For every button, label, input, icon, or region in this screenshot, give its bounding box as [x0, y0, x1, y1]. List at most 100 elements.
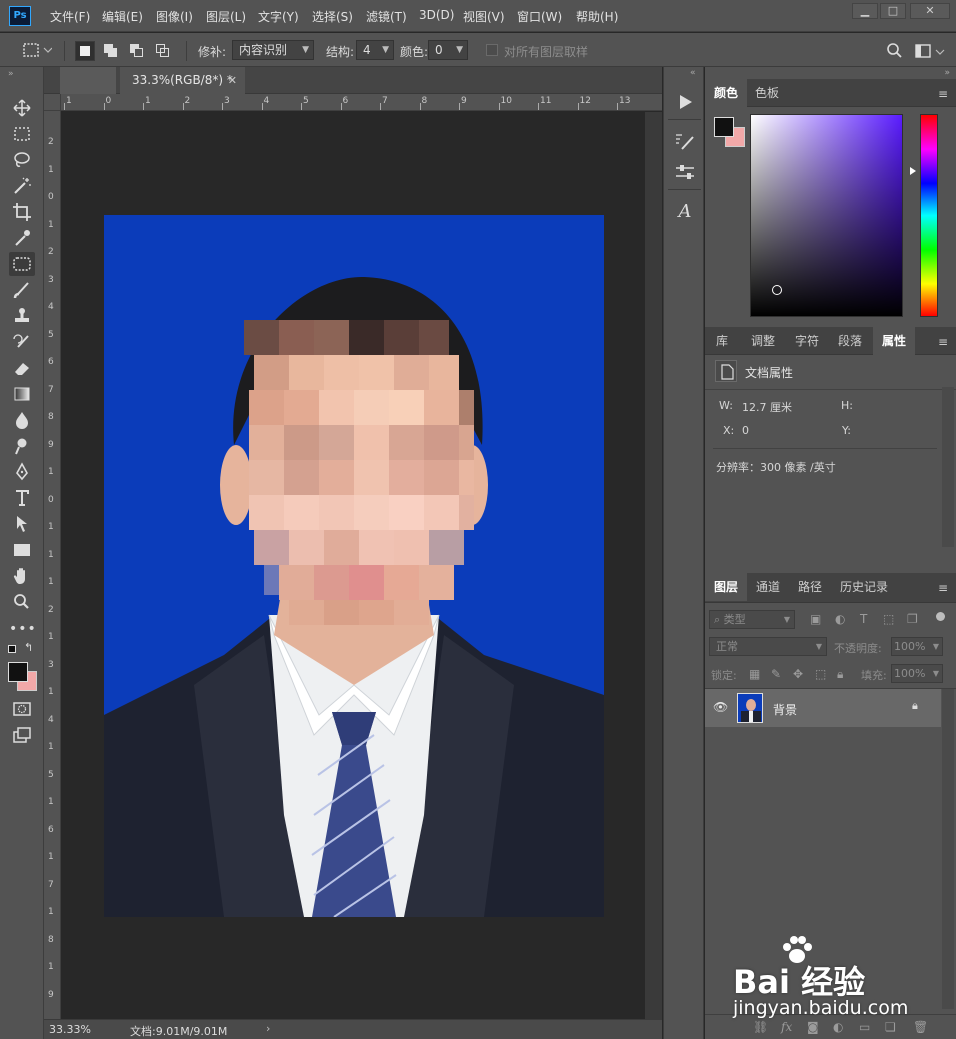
menu-type[interactable]: 文字(Y): [258, 8, 299, 25]
eyedropper-tool[interactable]: [9, 226, 35, 250]
chevron-right-icon[interactable]: ›: [266, 1022, 270, 1035]
tab-layers[interactable]: 图层: [705, 573, 747, 601]
width-value[interactable]: 12.7 厘米: [742, 399, 792, 415]
sample-all-layers-checkbox[interactable]: [486, 44, 498, 56]
properties-scrollbar[interactable]: [942, 387, 954, 547]
menu-edit[interactable]: 编辑(E): [102, 8, 143, 25]
brush-settings-button[interactable]: [672, 129, 698, 155]
patch-mode-select[interactable]: 内容识别 ▼: [232, 40, 314, 60]
expand-icon[interactable]: »: [944, 68, 950, 78]
foreground-color-swatch[interactable]: [8, 662, 28, 682]
clone-stamp-tool[interactable]: [9, 304, 35, 328]
lock-position-icon[interactable]: ✥: [793, 667, 803, 681]
move-tool[interactable]: [9, 96, 35, 120]
search-button[interactable]: [884, 41, 904, 61]
color-select[interactable]: 0 ▼: [428, 40, 468, 60]
rectangle-tool[interactable]: [9, 538, 35, 562]
close-tab-icon[interactable]: ✕: [228, 67, 237, 94]
tab-history[interactable]: 历史记录: [833, 573, 895, 601]
menu-help[interactable]: 帮助(H): [576, 8, 618, 25]
structure-select[interactable]: 4 ▼: [356, 40, 394, 60]
panel-menu-icon[interactable]: ≡: [938, 581, 948, 595]
lasso-tool[interactable]: [9, 148, 35, 172]
swap-colors-icon[interactable]: ↰: [24, 641, 33, 654]
menu-select[interactable]: 选择(S): [312, 8, 353, 25]
document-tab[interactable]: 33.3%(RGB/8*) * ✕: [120, 67, 245, 94]
eraser-tool[interactable]: [9, 356, 35, 380]
filter-pixel-icon[interactable]: ▣: [810, 612, 821, 626]
pen-tool[interactable]: [9, 460, 35, 484]
tool-preset-picker[interactable]: [22, 41, 53, 59]
document-image[interactable]: [104, 215, 604, 917]
blur-tool[interactable]: [9, 408, 35, 432]
brush-tool[interactable]: [9, 278, 35, 302]
blurred-tab[interactable]: [60, 67, 116, 94]
tab-properties[interactable]: 属性: [873, 327, 915, 355]
zoom-tool[interactable]: [9, 590, 35, 614]
minimize-button[interactable]: ▁: [852, 3, 878, 19]
menu-image[interactable]: 图像(I): [156, 8, 193, 25]
lock-all-icon[interactable]: 🔒︎: [837, 667, 843, 682]
actions-panel-button[interactable]: [672, 89, 698, 115]
hue-slider[interactable]: [920, 114, 938, 317]
tab-channels[interactable]: 通道: [749, 573, 787, 601]
vertical-scrollbar[interactable]: [645, 112, 662, 1019]
lock-artboard-icon[interactable]: ⬚: [815, 667, 826, 681]
collapse-icon[interactable]: «: [690, 68, 696, 78]
close-button[interactable]: ✕: [910, 3, 950, 19]
mode-add-selection-button[interactable]: [101, 41, 121, 61]
crop-tool[interactable]: [9, 200, 35, 224]
menu-view[interactable]: 视图(V): [463, 8, 505, 25]
marquee-tool[interactable]: [9, 122, 35, 146]
tab-adjustments[interactable]: 调整: [741, 327, 785, 355]
filter-shape-icon[interactable]: ⬚: [883, 612, 894, 626]
magic-wand-tool[interactable]: [9, 174, 35, 198]
patch-tool[interactable]: [9, 252, 35, 276]
panel-menu-icon[interactable]: ≡: [938, 335, 948, 349]
restore-button[interactable]: □: [880, 3, 906, 19]
menu-filter[interactable]: 滤镜(T): [366, 8, 407, 25]
path-selection-tool[interactable]: [9, 512, 35, 536]
menu-3d[interactable]: 3D(D): [419, 8, 454, 22]
gradient-tool[interactable]: [9, 382, 35, 406]
zoom-level[interactable]: 33.33%: [49, 1023, 91, 1036]
mode-new-selection-button[interactable]: [75, 41, 95, 61]
fill-input[interactable]: 100% ▼: [891, 664, 943, 683]
tab-paths[interactable]: 路径: [791, 573, 829, 601]
tab-swatches[interactable]: 色板: [747, 79, 787, 107]
x-value[interactable]: 0: [742, 424, 749, 437]
glyphs-panel-button[interactable]: A: [672, 199, 698, 225]
screen-mode-button[interactable]: [9, 723, 35, 747]
collapse-icon[interactable]: »: [8, 69, 14, 79]
quick-mask-button[interactable]: [9, 697, 35, 721]
brush-presets-button[interactable]: [672, 159, 698, 185]
opacity-input[interactable]: 100% ▼: [891, 637, 943, 656]
layer-row[interactable]: 👁︎ 背景 🔒︎: [705, 689, 941, 727]
history-brush-tool[interactable]: [9, 330, 35, 354]
layer-name[interactable]: 背景: [773, 701, 797, 718]
dodge-tool[interactable]: [9, 434, 35, 458]
type-tool[interactable]: [9, 486, 35, 510]
filter-type-icon[interactable]: T: [860, 612, 867, 626]
color-picker-cursor[interactable]: [772, 285, 782, 295]
color-foreground-swatch[interactable]: [714, 117, 734, 137]
hue-slider-handle[interactable]: [910, 167, 916, 175]
menu-window[interactable]: 窗口(W): [517, 8, 562, 25]
color-field[interactable]: [750, 114, 903, 317]
tab-character[interactable]: 字符: [787, 327, 827, 355]
panel-menu-icon[interactable]: ≡: [938, 87, 948, 101]
tab-libraries[interactable]: 库: [705, 327, 739, 355]
filter-smart-object-icon[interactable]: ❐: [907, 612, 918, 626]
mode-intersect-selection-button[interactable]: [153, 41, 173, 61]
eye-icon[interactable]: 👁︎: [713, 700, 728, 714]
tab-color[interactable]: 颜色: [705, 79, 747, 107]
layers-scrollbar[interactable]: [942, 689, 954, 1009]
blend-mode-select[interactable]: 正常 ▼: [709, 637, 827, 656]
default-colors-icon[interactable]: [8, 645, 16, 653]
layer-filter-select[interactable]: ⌕ 类型 ▼: [709, 610, 795, 629]
hand-tool[interactable]: [9, 564, 35, 588]
filter-toggle[interactable]: [936, 612, 945, 621]
menu-layer[interactable]: 图层(L): [206, 8, 246, 25]
workspace-button[interactable]: [914, 41, 948, 61]
menu-file[interactable]: 文件(F): [50, 8, 90, 25]
